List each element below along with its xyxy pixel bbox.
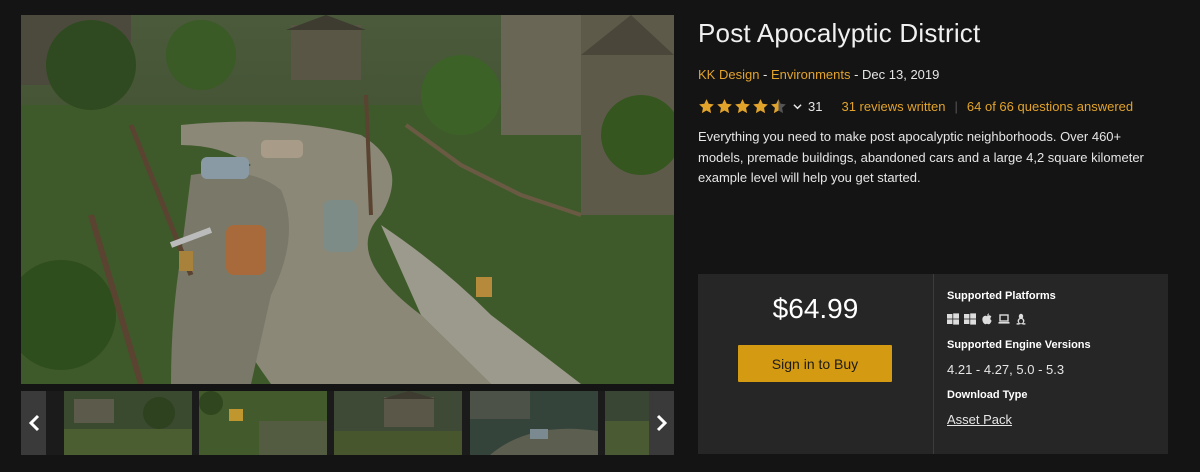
reviews-link[interactable]: 31 reviews written bbox=[841, 99, 945, 114]
windows-icon bbox=[964, 313, 976, 325]
windows-icon bbox=[947, 313, 959, 325]
star-full-icon bbox=[734, 98, 751, 115]
engine-versions-heading: Supported Engine Versions bbox=[947, 339, 1091, 351]
gallery-prev-button[interactable] bbox=[21, 391, 46, 455]
star-full-icon bbox=[698, 98, 715, 115]
star-full-icon bbox=[716, 98, 733, 115]
gallery-thumbnail[interactable] bbox=[64, 391, 192, 455]
platforms-heading: Supported Platforms bbox=[947, 290, 1056, 302]
star-rating[interactable] bbox=[698, 98, 802, 115]
chevron-left-icon bbox=[28, 414, 39, 432]
sign-in-to-buy-button[interactable]: Sign in to Buy bbox=[738, 345, 892, 382]
panel-divider bbox=[933, 274, 934, 454]
download-type-heading: Download Type bbox=[947, 389, 1028, 401]
gallery-thumbnail[interactable] bbox=[199, 391, 327, 455]
specs-section: Supported Platforms Supported Engine Ver… bbox=[947, 274, 1162, 454]
meta-separator: - bbox=[759, 67, 771, 82]
gallery-next-button[interactable] bbox=[649, 391, 674, 455]
rating-count: 31 bbox=[808, 98, 823, 114]
download-type-link[interactable]: Asset Pack bbox=[947, 412, 1012, 427]
release-date: Dec 13, 2019 bbox=[862, 67, 940, 82]
category-link[interactable]: Environments bbox=[771, 67, 850, 82]
apple-icon bbox=[981, 313, 993, 325]
thumbnail-image bbox=[64, 391, 192, 455]
product-description: Everything you need to make post apocaly… bbox=[698, 129, 1144, 185]
platform-icons bbox=[947, 313, 1027, 325]
laptop-icon bbox=[998, 313, 1010, 325]
author-link[interactable]: KK Design bbox=[698, 67, 759, 82]
thumbnail-image bbox=[199, 391, 327, 455]
purchase-panel: $64.99 Sign in to Buy Supported Platform… bbox=[698, 274, 1168, 454]
thumbnail-strip bbox=[21, 391, 674, 455]
price: $64.99 bbox=[772, 293, 859, 324]
thumbnail-image bbox=[334, 391, 462, 455]
rating-row: 31 31 reviews written | 64 of 66 questio… bbox=[698, 96, 1133, 116]
chevron-right-icon bbox=[656, 414, 667, 432]
star-half-icon bbox=[770, 98, 787, 115]
engine-versions: 4.21 - 4.27, 5.0 - 5.3 bbox=[947, 362, 1065, 377]
meta-separator: - bbox=[850, 67, 863, 82]
product-title: Post Apocalyptic District bbox=[698, 18, 981, 48]
thumbnail-image bbox=[605, 391, 649, 455]
linux-icon bbox=[1015, 313, 1027, 325]
screenshot-image bbox=[21, 15, 674, 384]
rating-divider: | bbox=[954, 98, 958, 114]
questions-link[interactable]: 64 of 66 questions answered bbox=[967, 99, 1133, 114]
gallery-thumbnail[interactable] bbox=[470, 391, 598, 455]
chevron-down-icon bbox=[793, 103, 802, 109]
thumbnail-image bbox=[470, 391, 598, 455]
main-screenshot[interactable] bbox=[21, 15, 674, 384]
product-meta: KK Design - Environments - Dec 13, 2019 bbox=[698, 67, 939, 82]
gallery-thumbnail[interactable] bbox=[605, 391, 649, 455]
price-section: $64.99 Sign in to Buy bbox=[698, 274, 933, 454]
star-full-icon bbox=[752, 98, 769, 115]
gallery-thumbnail[interactable] bbox=[334, 391, 462, 455]
